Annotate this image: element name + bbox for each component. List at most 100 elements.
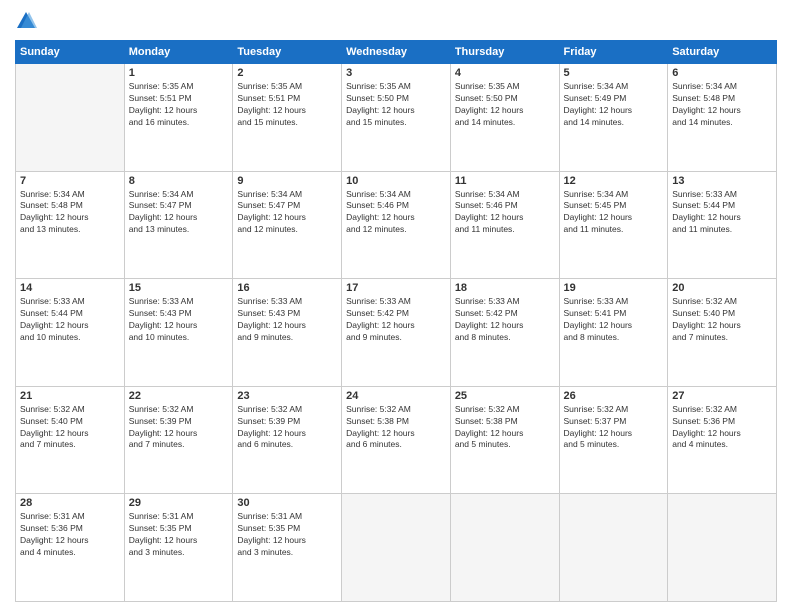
header: [15, 10, 777, 32]
day-info: Sunrise: 5:33 AM Sunset: 5:41 PM Dayligh…: [564, 296, 664, 344]
calendar-cell: 26 Sunrise: 5:32 AM Sunset: 5:37 PM Dayli…: [559, 386, 668, 494]
day-info: Sunrise: 5:33 AM Sunset: 5:44 PM Dayligh…: [672, 189, 772, 237]
day-info: Sunrise: 5:33 AM Sunset: 5:43 PM Dayligh…: [237, 296, 337, 344]
day-number: 27: [672, 390, 772, 402]
day-info: Sunrise: 5:34 AM Sunset: 5:46 PM Dayligh…: [346, 189, 446, 237]
day-number: 16: [237, 282, 337, 294]
calendar-cell: [16, 64, 125, 172]
calendar-cell: 20 Sunrise: 5:32 AM Sunset: 5:40 PM Dayli…: [668, 279, 777, 387]
col-header-monday: Monday: [124, 41, 233, 64]
day-number: 12: [564, 175, 664, 187]
calendar-cell: 13 Sunrise: 5:33 AM Sunset: 5:44 PM Dayli…: [668, 171, 777, 279]
day-info: Sunrise: 5:34 AM Sunset: 5:47 PM Dayligh…: [129, 189, 229, 237]
day-info: Sunrise: 5:32 AM Sunset: 5:40 PM Dayligh…: [672, 296, 772, 344]
day-number: 15: [129, 282, 229, 294]
calendar-cell: 17 Sunrise: 5:33 AM Sunset: 5:42 PM Dayli…: [342, 279, 451, 387]
calendar-cell: 8 Sunrise: 5:34 AM Sunset: 5:47 PM Daylig…: [124, 171, 233, 279]
calendar-cell: 27 Sunrise: 5:32 AM Sunset: 5:36 PM Dayli…: [668, 386, 777, 494]
calendar-cell: 2 Sunrise: 5:35 AM Sunset: 5:51 PM Daylig…: [233, 64, 342, 172]
day-number: 28: [20, 497, 120, 509]
calendar-cell: 18 Sunrise: 5:33 AM Sunset: 5:42 PM Dayli…: [450, 279, 559, 387]
calendar-cell: 19 Sunrise: 5:33 AM Sunset: 5:41 PM Dayli…: [559, 279, 668, 387]
calendar-cell: 15 Sunrise: 5:33 AM Sunset: 5:43 PM Dayli…: [124, 279, 233, 387]
day-number: 4: [455, 67, 555, 79]
day-info: Sunrise: 5:35 AM Sunset: 5:51 PM Dayligh…: [129, 81, 229, 129]
day-number: 8: [129, 175, 229, 187]
day-number: 19: [564, 282, 664, 294]
day-number: 30: [237, 497, 337, 509]
day-number: 22: [129, 390, 229, 402]
day-info: Sunrise: 5:35 AM Sunset: 5:50 PM Dayligh…: [455, 81, 555, 129]
day-number: 9: [237, 175, 337, 187]
day-number: 25: [455, 390, 555, 402]
day-info: Sunrise: 5:34 AM Sunset: 5:47 PM Dayligh…: [237, 189, 337, 237]
calendar-cell: 24 Sunrise: 5:32 AM Sunset: 5:38 PM Dayli…: [342, 386, 451, 494]
day-number: 13: [672, 175, 772, 187]
calendar-cell: [559, 494, 668, 602]
calendar-cell: 12 Sunrise: 5:34 AM Sunset: 5:45 PM Dayli…: [559, 171, 668, 279]
day-info: Sunrise: 5:33 AM Sunset: 5:43 PM Dayligh…: [129, 296, 229, 344]
day-info: Sunrise: 5:34 AM Sunset: 5:49 PM Dayligh…: [564, 81, 664, 129]
day-number: 3: [346, 67, 446, 79]
day-number: 10: [346, 175, 446, 187]
day-info: Sunrise: 5:34 AM Sunset: 5:48 PM Dayligh…: [20, 189, 120, 237]
day-number: 5: [564, 67, 664, 79]
calendar-cell: 21 Sunrise: 5:32 AM Sunset: 5:40 PM Dayli…: [16, 386, 125, 494]
day-number: 11: [455, 175, 555, 187]
calendar-cell: [342, 494, 451, 602]
calendar-cell: 28 Sunrise: 5:31 AM Sunset: 5:36 PM Dayli…: [16, 494, 125, 602]
calendar-cell: [668, 494, 777, 602]
day-info: Sunrise: 5:33 AM Sunset: 5:44 PM Dayligh…: [20, 296, 120, 344]
day-info: Sunrise: 5:32 AM Sunset: 5:40 PM Dayligh…: [20, 404, 120, 452]
day-number: 21: [20, 390, 120, 402]
day-number: 26: [564, 390, 664, 402]
day-info: Sunrise: 5:34 AM Sunset: 5:48 PM Dayligh…: [672, 81, 772, 129]
calendar-cell: 7 Sunrise: 5:34 AM Sunset: 5:48 PM Daylig…: [16, 171, 125, 279]
day-info: Sunrise: 5:32 AM Sunset: 5:37 PM Dayligh…: [564, 404, 664, 452]
page: SundayMondayTuesdayWednesdayThursdayFrid…: [0, 0, 792, 612]
calendar-cell: 23Sunrise: 5:32 AM Sunset: 5:39 PM Dayli…: [233, 386, 342, 494]
calendar-cell: 11 Sunrise: 5:34 AM Sunset: 5:46 PM Dayli…: [450, 171, 559, 279]
calendar-cell: 6 Sunrise: 5:34 AM Sunset: 5:48 PM Daylig…: [668, 64, 777, 172]
logo-icon: [15, 10, 37, 32]
col-header-wednesday: Wednesday: [342, 41, 451, 64]
calendar-cell: 22 Sunrise: 5:32 AM Sunset: 5:39 PM Dayli…: [124, 386, 233, 494]
calendar-cell: 4 Sunrise: 5:35 AM Sunset: 5:50 PM Daylig…: [450, 64, 559, 172]
day-info: Sunrise: 5:34 AM Sunset: 5:46 PM Dayligh…: [455, 189, 555, 237]
day-number: 23: [237, 390, 337, 402]
day-info: Sunrise: 5:31 AM Sunset: 5:35 PM Dayligh…: [237, 511, 337, 559]
col-header-saturday: Saturday: [668, 41, 777, 64]
calendar-cell: 9 Sunrise: 5:34 AM Sunset: 5:47 PM Daylig…: [233, 171, 342, 279]
calendar-cell: 30 Sunrise: 5:31 AM Sunset: 5:35 PM Dayli…: [233, 494, 342, 602]
day-number: 18: [455, 282, 555, 294]
col-header-sunday: Sunday: [16, 41, 125, 64]
calendar-cell: [450, 494, 559, 602]
day-info: Sunrise: 5:34 AM Sunset: 5:45 PM Dayligh…: [564, 189, 664, 237]
day-info: Sunrise: 5:32 AM Sunset: 5:39 PM Dayligh…: [129, 404, 229, 452]
day-info: Sunrise: 5:32 AM Sunset: 5:38 PM Dayligh…: [346, 404, 446, 452]
day-info: Sunrise: 5:32 AM Sunset: 5:38 PM Dayligh…: [455, 404, 555, 452]
calendar-cell: 1Sunrise: 5:35 AM Sunset: 5:51 PM Daylig…: [124, 64, 233, 172]
col-header-tuesday: Tuesday: [233, 41, 342, 64]
day-number: 29: [129, 497, 229, 509]
day-info: Sunrise: 5:35 AM Sunset: 5:50 PM Dayligh…: [346, 81, 446, 129]
day-info: Sunrise: 5:33 AM Sunset: 5:42 PM Dayligh…: [346, 296, 446, 344]
day-info: Sunrise: 5:31 AM Sunset: 5:36 PM Dayligh…: [20, 511, 120, 559]
calendar-cell: 14 Sunrise: 5:33 AM Sunset: 5:44 PM Dayli…: [16, 279, 125, 387]
day-number: 2: [237, 67, 337, 79]
day-number: 7: [20, 175, 120, 187]
day-number: 24: [346, 390, 446, 402]
day-info: Sunrise: 5:31 AM Sunset: 5:35 PM Dayligh…: [129, 511, 229, 559]
day-info: Sunrise: 5:32 AM Sunset: 5:36 PM Dayligh…: [672, 404, 772, 452]
calendar-cell: 3 Sunrise: 5:35 AM Sunset: 5:50 PM Daylig…: [342, 64, 451, 172]
col-header-friday: Friday: [559, 41, 668, 64]
logo: [15, 10, 41, 32]
day-info: Sunrise: 5:33 AM Sunset: 5:42 PM Dayligh…: [455, 296, 555, 344]
calendar-cell: 16 Sunrise: 5:33 AM Sunset: 5:43 PM Dayli…: [233, 279, 342, 387]
calendar-cell: 10 Sunrise: 5:34 AM Sunset: 5:46 PM Dayli…: [342, 171, 451, 279]
day-number: 20: [672, 282, 772, 294]
day-info: Sunrise: 5:35 AM Sunset: 5:51 PM Dayligh…: [237, 81, 337, 129]
day-number: 17: [346, 282, 446, 294]
day-number: 6: [672, 67, 772, 79]
day-number: 14: [20, 282, 120, 294]
